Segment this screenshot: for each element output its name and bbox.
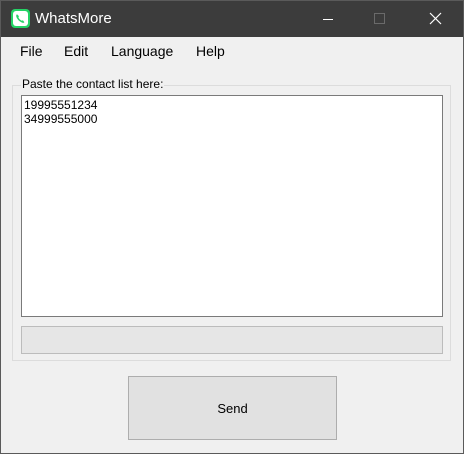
close-icon [429, 12, 442, 25]
menu-edit[interactable]: Edit [64, 43, 88, 60]
title-bar[interactable]: WhatsMore [1, 1, 463, 37]
close-button[interactable] [413, 1, 459, 37]
menu-file[interactable]: File [20, 43, 43, 60]
minimize-button[interactable] [305, 1, 351, 37]
maximize-button[interactable] [357, 1, 403, 37]
send-button[interactable]: Send [128, 376, 337, 440]
send-button-label: Send [217, 400, 248, 416]
contacts-label: Paste the contact list here: [21, 77, 165, 92]
contact-list-textarea[interactable]: 19995551234 34999555000 [21, 95, 443, 317]
menu-bar: File Edit Language Help [1, 37, 463, 65]
app-window: WhatsMore File Edit Language Help Paste … [0, 0, 464, 454]
send-progress-bar [21, 326, 443, 354]
maximize-icon [374, 13, 385, 24]
menu-help[interactable]: Help [196, 43, 225, 60]
contact-line: 19995551234 [24, 98, 98, 112]
menu-language[interactable]: Language [111, 43, 173, 60]
whatsapp-phone-icon [11, 9, 30, 28]
contact-line: 34999555000 [24, 112, 98, 126]
minimize-icon [323, 19, 333, 20]
window-title: WhatsMore [35, 10, 112, 27]
